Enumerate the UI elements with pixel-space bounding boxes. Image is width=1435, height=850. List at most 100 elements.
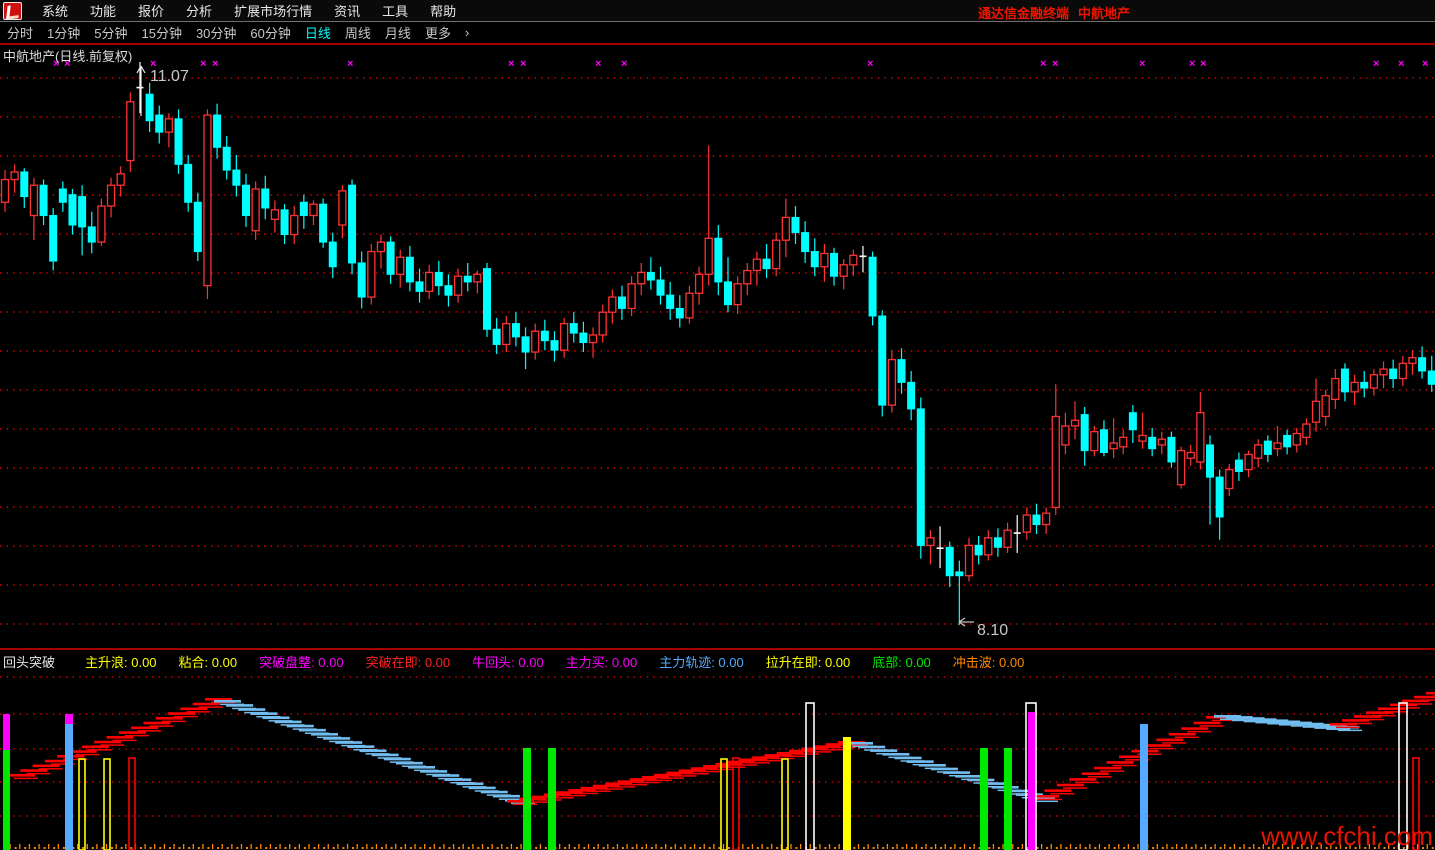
trend-dash <box>323 737 351 740</box>
axis-tick <box>96 844 98 849</box>
axis-dot <box>650 847 653 849</box>
up-candle <box>251 188 260 232</box>
trend-dash <box>1106 761 1134 764</box>
axis-tick <box>385 844 387 849</box>
tab-5min[interactable]: 5分钟 <box>87 22 134 43</box>
down-candle <box>993 537 1002 548</box>
hollow-signal-bar <box>732 757 740 850</box>
down-candle <box>1389 368 1398 380</box>
trend-dash-echo <box>1149 747 1174 750</box>
down-candle <box>39 184 48 217</box>
up-candle <box>1254 444 1263 459</box>
axis-tick <box>260 844 262 849</box>
axis-tick <box>491 844 493 849</box>
menu-item-info[interactable]: 资讯 <box>323 2 371 21</box>
tab-30min[interactable]: 30分钟 <box>189 22 243 43</box>
menu-item-analysis[interactable]: 分析 <box>175 2 223 21</box>
axis-tick <box>722 844 725 849</box>
trend-dash-echo <box>1062 787 1087 789</box>
solid-signal-bar <box>3 714 10 750</box>
trend-dash-echo <box>733 764 758 766</box>
axis-tick <box>443 844 445 849</box>
up-candle <box>1408 357 1417 365</box>
down-candle <box>916 408 925 546</box>
up-candle <box>126 101 135 162</box>
tab-60min[interactable]: 60分钟 <box>243 22 297 43</box>
trend-dash <box>408 766 435 769</box>
axis-dot <box>390 847 393 849</box>
tab-daily[interactable]: 日线 <box>298 22 338 43</box>
axis-tick <box>809 844 811 849</box>
axis-dot <box>284 847 287 849</box>
down-candle <box>434 271 443 287</box>
tab-weekly[interactable]: 周线 <box>338 22 378 43</box>
signal-x-marker: × <box>520 58 526 70</box>
trend-dash-echo <box>1100 770 1125 772</box>
axis-dot <box>824 847 827 849</box>
tab-monthly[interactable]: 月线 <box>378 22 418 43</box>
axis-dot <box>795 847 798 849</box>
menu-item-extended-market[interactable]: 扩展市场行情 <box>223 2 323 21</box>
axis-dot <box>332 847 335 849</box>
menu-item-help[interactable]: 帮助 <box>419 2 467 21</box>
indicator-name[interactable]: 回头突破 <box>3 652 55 671</box>
axis-dot <box>130 847 133 849</box>
up-candle <box>502 322 511 346</box>
tab-realtime[interactable]: 分时 <box>0 22 40 43</box>
axis-tick <box>1175 844 1178 849</box>
axis-tick <box>173 844 175 849</box>
axis-dot <box>1161 847 1164 849</box>
axis-tick <box>693 844 696 849</box>
axis-tick <box>48 844 50 849</box>
axis-tick <box>192 844 194 849</box>
axis-tick <box>771 844 773 849</box>
trend-dash-echo <box>174 715 199 718</box>
axis-tick <box>481 844 484 849</box>
axis-dot <box>689 847 692 849</box>
solid-signal-bar <box>1140 724 1148 850</box>
trend-dash <box>335 741 363 744</box>
axis-dot <box>1258 847 1261 849</box>
tongdaxin-logo-icon[interactable] <box>3 1 22 20</box>
tab-more[interactable]: 更多 <box>418 22 458 43</box>
axis-dot <box>91 847 94 849</box>
trend-dash <box>311 733 338 736</box>
down-candle <box>20 171 29 198</box>
watermark: www.cfchi.com <box>1261 821 1433 850</box>
period-toolbar: 分时 1分钟 5分钟 15分钟 30分钟 60分钟 日线 周线 月线 更多 › <box>0 22 1435 43</box>
trend-dash-echo <box>124 734 149 737</box>
axis-tick <box>86 844 88 849</box>
tab-1min[interactable]: 1分钟 <box>40 22 87 43</box>
menu-item-quotes[interactable]: 报价 <box>127 2 175 21</box>
tab-15min[interactable]: 15分钟 <box>134 22 188 43</box>
main-candlestick-chart[interactable]: × × × × × × × × × × × × × × × × × × ×11.078.10 <box>0 45 1435 648</box>
axis-dot <box>82 847 85 849</box>
axis-dot <box>544 847 547 849</box>
axis-tick <box>665 844 667 849</box>
menu-item-system[interactable]: 系统 <box>31 2 79 21</box>
down-candle <box>1283 434 1292 448</box>
up-candle <box>887 358 897 406</box>
axis-dot <box>814 847 817 849</box>
axis-dot <box>602 847 605 849</box>
down-candle <box>348 184 357 264</box>
menu-item-function[interactable]: 功能 <box>79 2 127 21</box>
axis-tick <box>510 844 513 849</box>
axis-dot <box>641 847 644 849</box>
up-candle <box>1119 436 1128 448</box>
down-candle <box>1167 436 1176 463</box>
axis-tick <box>1253 844 1255 849</box>
up-candle <box>1070 419 1080 427</box>
axis-dot <box>959 847 962 849</box>
down-candle <box>1080 414 1089 452</box>
trend-dash-echo <box>161 720 186 723</box>
trend-dash <box>94 740 122 744</box>
trend-dash-echo <box>149 725 174 727</box>
axis-tick <box>1118 844 1120 849</box>
down-candle <box>242 184 250 217</box>
chevron-right-icon[interactable]: › <box>458 24 476 41</box>
menu-item-tools[interactable]: 工具 <box>371 2 419 21</box>
chart-title: 中航地产(日线.前复权) <box>3 49 133 64</box>
indicator-sub-chart[interactable] <box>0 672 1435 850</box>
axis-dot <box>679 847 682 849</box>
